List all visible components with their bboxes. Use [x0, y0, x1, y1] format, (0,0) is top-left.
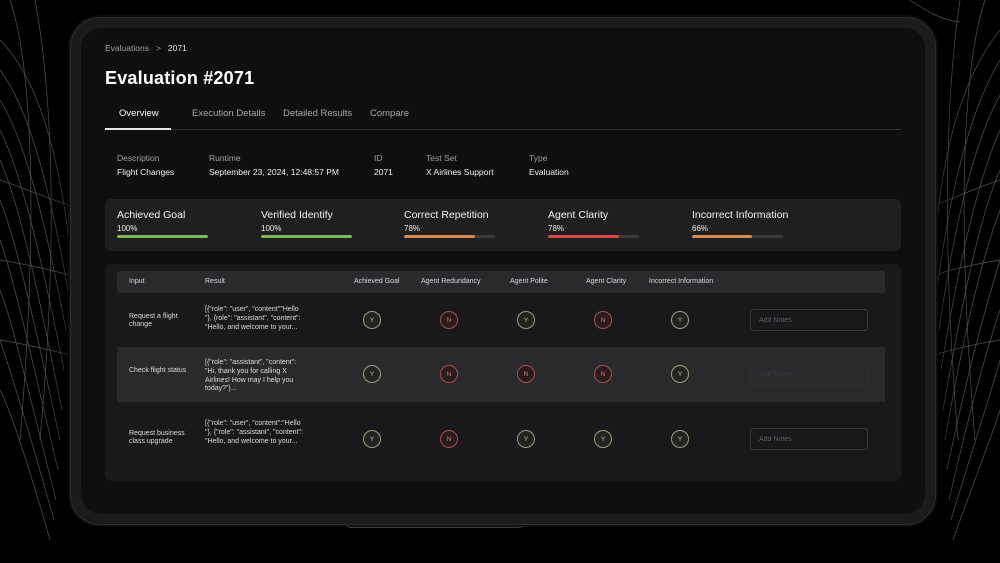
tab-overview[interactable]: Overview — [119, 108, 159, 119]
meta-value: 2071 — [374, 167, 393, 177]
meta-description: Description Flight Changes — [117, 153, 174, 177]
meta-label: Test Set — [426, 153, 457, 163]
meta-value: September 23, 2024, 12:48:57 PM — [209, 167, 339, 177]
breadcrumb-current: 2071 — [167, 43, 187, 53]
metric-name: Verified Identify — [261, 209, 333, 221]
meta-runtime: Runtime September 23, 2024, 12:48:57 PM — [209, 153, 339, 177]
agent-clarity-badge: N — [594, 365, 612, 383]
metric-correct-repetition: Correct Repetition 78% — [404, 209, 524, 238]
agent-redundancy-badge: N — [440, 311, 458, 329]
metric-progress-fill — [692, 235, 753, 238]
metric-name: Incorrect Information — [692, 209, 789, 221]
add-notes-input[interactable] — [750, 363, 868, 385]
table-row: Check flight status [{"role": "assistant… — [117, 347, 885, 402]
column-header-input: Input — [129, 278, 145, 285]
metric-progress-fill — [404, 235, 475, 238]
column-header-agent-redundancy: Agent Redundancy — [421, 278, 481, 285]
meta-value: Flight Changes — [117, 167, 175, 177]
metric-name: Correct Repetition — [404, 209, 489, 221]
table-header: Input Result Achieved Goal Agent Redunda… — [117, 271, 885, 293]
row-result: [{"role": "assistant", "content": "Hi, t… — [205, 359, 297, 393]
metric-progress-fill — [548, 235, 619, 238]
meta-label: Type — [529, 153, 548, 163]
column-header-achieved-goal: Achieved Goal — [354, 278, 400, 285]
metric-name: Agent Clarity — [548, 209, 609, 221]
metric-progress-bar — [692, 235, 783, 238]
agent-polite-badge: N — [517, 365, 535, 383]
incorrect-information-badge: Y — [671, 430, 689, 448]
achieved-goal-badge: Y — [363, 311, 381, 329]
metric-agent-clarity: Agent Clarity 78% — [548, 209, 668, 238]
meta-label: Description — [117, 153, 160, 163]
metric-progress-bar — [548, 235, 639, 238]
metric-value: 78% — [548, 224, 565, 233]
add-notes-input[interactable] — [750, 428, 868, 450]
column-header-agent-polite: Agent Polite — [510, 278, 548, 285]
metric-progress-bar — [117, 235, 208, 238]
row-input: Request business class upgrade — [129, 430, 185, 446]
add-notes-input[interactable] — [750, 309, 868, 331]
meta-id: ID 2071 — [374, 153, 393, 177]
metric-name: Achieved Goal — [117, 209, 186, 221]
meta-type: Type Evaluation — [529, 153, 569, 177]
agent-polite-badge: Y — [517, 430, 535, 448]
breadcrumb-evaluations-link[interactable]: Evaluations — [105, 43, 149, 53]
metrics-summary-card: Achieved Goal 100% Verified Identify 100… — [105, 199, 901, 251]
column-header-result: Result — [205, 278, 225, 285]
breadcrumb-separator: > — [155, 43, 161, 53]
breadcrumb: Evaluations > 2071 — [105, 43, 187, 53]
tab-compare[interactable]: Compare — [370, 108, 409, 119]
achieved-goal-badge: Y — [363, 365, 381, 383]
metric-verified-identify: Verified Identify 100% — [261, 209, 381, 238]
agent-redundancy-badge: N — [440, 365, 458, 383]
agent-clarity-badge: N — [594, 311, 612, 329]
device-base-curve — [345, 522, 525, 528]
meta-value: Evaluation — [529, 167, 569, 177]
incorrect-information-badge: Y — [671, 311, 689, 329]
meta-value: X Airlines Support — [426, 167, 494, 177]
row-input: Check flight status — [129, 367, 187, 374]
achieved-goal-badge: Y — [363, 430, 381, 448]
metric-value: 78% — [404, 224, 421, 233]
active-tab-indicator — [105, 128, 171, 130]
metric-achieved-goal: Achieved Goal 100% — [117, 209, 237, 238]
metric-incorrect-information: Incorrect Information 66% — [692, 209, 812, 238]
row-result: [{"role": "user", "content""Hello "}, {r… — [205, 306, 301, 331]
metric-progress-bar — [261, 235, 352, 238]
row-result: [{"role": "user", "content":"Hello "}, {… — [205, 420, 303, 445]
metric-progress-fill — [261, 235, 352, 238]
meta-testset: Test Set X Airlines Support — [426, 153, 494, 177]
table-row: Request a flight change [{"role": "user"… — [117, 293, 885, 347]
tablet-frame: Evaluations > 2071 Evaluation #2071 Over… — [70, 17, 936, 525]
agent-polite-badge: Y — [517, 311, 535, 329]
metric-value: 66% — [692, 224, 709, 233]
tab-bar: Overview Execution Details Detailed Resu… — [105, 102, 901, 130]
column-header-incorrect-information: Incorrect Information — [649, 278, 714, 285]
metric-progress-bar — [404, 235, 495, 238]
metric-progress-fill — [117, 235, 208, 238]
tab-detailed-results[interactable]: Detailed Results — [283, 108, 352, 119]
metric-value: 100% — [261, 224, 282, 233]
agent-clarity-badge: Y — [594, 430, 612, 448]
agent-redundancy-badge: N — [440, 430, 458, 448]
meta-label: ID — [374, 153, 383, 163]
table-row: Request business class upgrade [{"role":… — [117, 402, 885, 476]
column-header-agent-clarity: Agent Clarity — [586, 278, 627, 285]
app-screen: Evaluations > 2071 Evaluation #2071 Over… — [81, 28, 925, 514]
page-title: Evaluation #2071 — [105, 68, 255, 88]
incorrect-information-badge: Y — [671, 365, 689, 383]
row-input: Request a flight change — [129, 313, 178, 329]
metric-value: 100% — [117, 224, 138, 233]
meta-label: Runtime — [209, 153, 241, 163]
results-table: Input Result Achieved Goal Agent Redunda… — [105, 264, 901, 481]
tab-execution-details[interactable]: Execution Details — [192, 108, 265, 119]
